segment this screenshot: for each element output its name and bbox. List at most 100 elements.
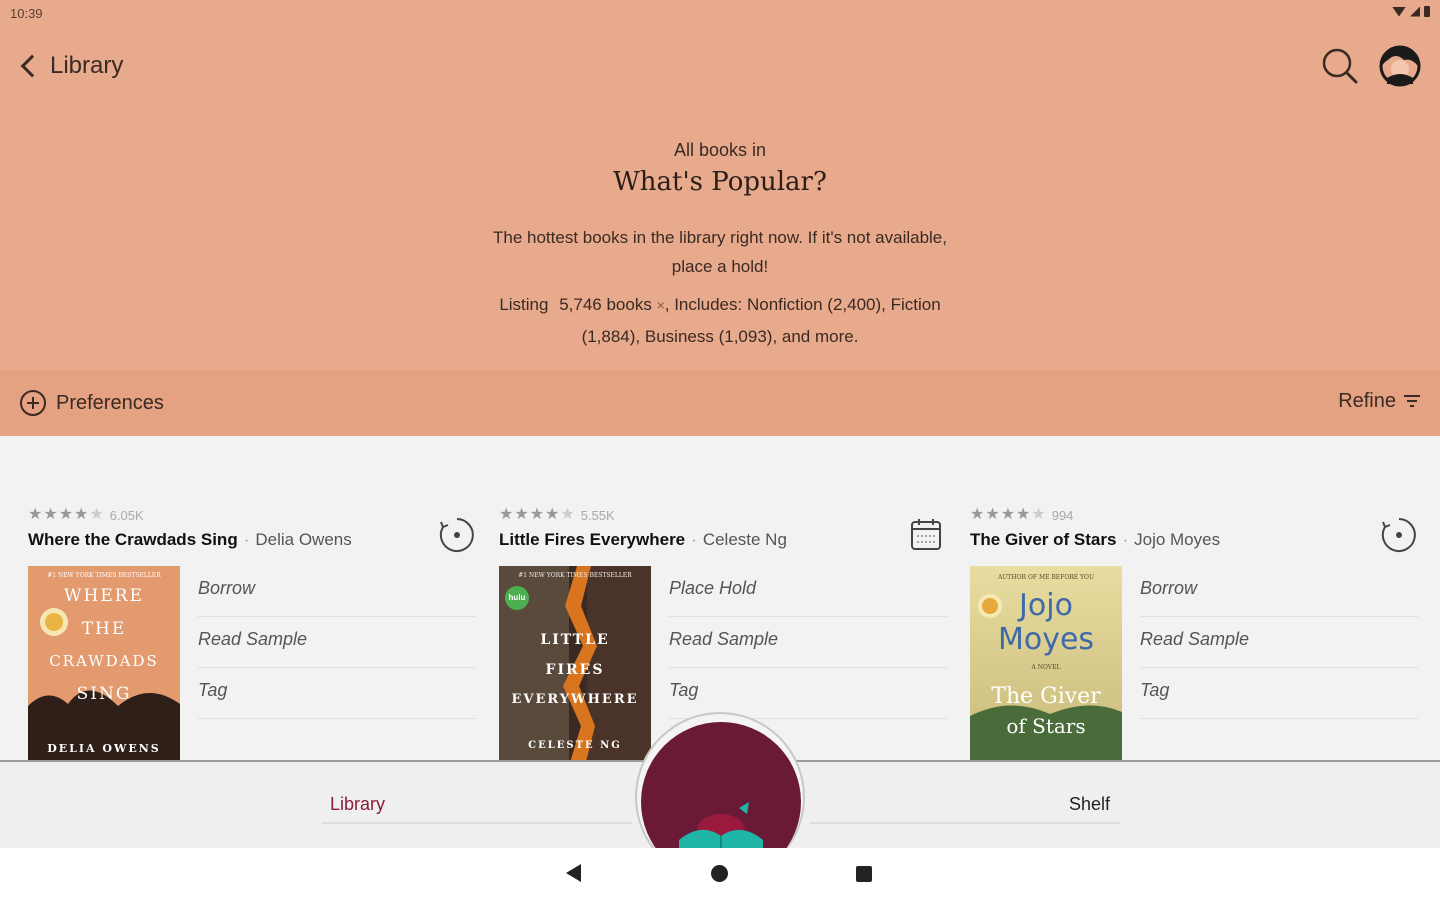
book-cover[interactable]: #1 NEW YORK TIMES BESTSELLER WHERE THE C… [28,566,180,760]
refine-button[interactable]: Refine [1338,390,1420,413]
borrow-action-icon[interactable] [1380,516,1418,554]
cover-title-line: LITTLE [540,632,610,648]
book-heading[interactable]: The Giver of Stars · Jojo Moyes [970,530,1220,550]
back-label: Library [50,52,124,79]
collection-description: The hottest books in the library right n… [493,228,947,276]
cover-tagline: #1 NEW YORK TIMES BESTSELLER [47,572,161,579]
book-title[interactable]: Little Fires Everywhere [499,530,685,549]
cover-tagline: AUTHOR OF ME BEFORE YOU [998,574,1094,581]
cover-title-line: FIRES [545,662,605,678]
wifi-icon [1392,6,1406,17]
book-actions: Borrow Read Sample Tag [198,566,476,719]
borrow-action-icon[interactable] [438,516,476,554]
status-icons [1392,6,1430,17]
calendar-hold-icon [911,519,941,550]
nav-library-label: Library [330,794,386,814]
book-title[interactable]: The Giver of Stars [970,530,1116,549]
rating-count: 994 [1051,507,1074,523]
borrow-button[interactable]: Borrow [198,566,476,617]
star-icon: ★ [1000,506,1016,523]
star-icon: ★ [74,506,89,523]
plus-circle-icon [20,390,46,416]
book-cover[interactable]: AUTHOR OF ME BEFORE YOU Jojo Moyes A NOV… [970,566,1122,760]
cover-author: DELIA OWENS [47,742,161,755]
avatar[interactable] [1378,44,1422,88]
cover-title-line: of Stars [1006,714,1086,738]
separator: · [1122,530,1129,549]
star-icon: ★ [499,506,514,523]
star-rating: ★ ★ ★ ★ ★ 994 [970,506,1073,524]
rating-count: 5.55K [580,507,615,523]
filter-icon [1404,394,1420,409]
system-back-icon[interactable] [566,864,581,882]
tag-button[interactable]: Tag [1140,668,1418,719]
book-title[interactable]: Where the Crawdads Sing [28,530,238,549]
tag-button[interactable]: Tag [198,668,476,719]
chevron-left-icon [20,54,44,78]
book-author[interactable]: Celeste Ng [703,530,787,549]
listing-count: 5,746 books [559,295,652,314]
remove-filter-icon[interactable]: × [657,297,665,313]
cover-author-line: Moyes [997,622,1095,657]
book-actions: Borrow Read Sample Tag [1140,566,1418,719]
cover-title-line: SING [76,684,132,704]
separator: · [243,530,250,549]
filter-bar: Preferences Refine [0,370,1440,436]
borrow-button[interactable]: Borrow [1140,566,1418,617]
book-heading[interactable]: Little Fires Everywhere · Celeste Ng [499,530,787,550]
nav-tab-shelf[interactable]: Shelf [810,794,1120,824]
system-home-icon[interactable] [711,865,728,882]
tag-button[interactable]: Tag [669,668,947,719]
user-avatar-icon [1379,45,1421,87]
star-icon: ★ [1016,506,1031,523]
star-icon: ★ [970,506,985,523]
cover-badge: hulu [508,593,526,602]
nav-shelf-label: Shelf [1068,794,1110,814]
collection-kicker: All books in [673,140,767,160]
listing-summary: Listing 5,746 books ×, Includes: Nonfict… [490,289,950,353]
read-sample-button[interactable]: Read Sample [198,617,476,668]
status-time: 10:39 [10,6,43,21]
book-heading[interactable]: Where the Crawdads Sing · Delia Owens [28,530,352,550]
cover-title-line: CRAWDADS [49,652,159,670]
listing-prefix: Listing [499,295,549,314]
cover-author-line: Jojo [1019,588,1073,623]
back-button[interactable]: Library [16,46,123,86]
search-button[interactable] [1318,44,1362,88]
borrow-plus-icon [439,518,474,552]
battery-icon [1424,6,1430,17]
star-icon: ★ [58,506,74,523]
star-rating: ★ ★ ★ ★ ★ 5.55K [499,506,615,524]
cover-tag: A NOVEL [1031,664,1061,671]
separator: · [691,530,697,549]
star-empty-icon: ★ [1031,506,1046,523]
book-card: ★ ★ ★ ★ ★ 6.05K Where the Crawdads Sing · Deli… [28,500,478,760]
book-actions: Place Hold Read Sample Tag [669,566,947,719]
read-sample-button[interactable]: Read Sample [1140,617,1418,668]
collection-title: What's Popular? [613,167,827,197]
star-icon: ★ [529,506,545,523]
cover-title-line: The Giver [991,684,1101,709]
nav-tab-library[interactable]: Library [322,794,632,824]
cover-title-line: WHERE [64,586,144,606]
read-sample-button[interactable]: Read Sample [669,617,947,668]
star-icon: ★ [43,506,58,523]
book-author[interactable]: Delia Owens [255,530,351,549]
place-hold-button[interactable]: Place Hold [669,566,947,617]
header: 10:39 Library All books in What's Popula… [0,0,1440,370]
signal-icon [1410,6,1420,17]
preferences-button[interactable]: Preferences [20,390,164,416]
cover-tagline: #1 NEW YORK TIMES BESTSELLER [518,572,632,579]
search-icon [1322,48,1358,84]
borrow-plus-icon [1381,518,1416,552]
star-half-icon: ★ [89,506,104,523]
system-recents-icon[interactable] [856,866,872,882]
preferences-label: Preferences [56,391,164,414]
hold-action-icon[interactable] [907,516,945,554]
book-author[interactable]: Jojo Moyes [1134,530,1220,549]
rating-count: 6.05K [109,507,144,523]
star-icon: ★ [28,506,43,523]
book-cover[interactable]: #1 NEW YORK TIMES BESTSELLER hulu LITTLE… [499,566,651,760]
collection-intro: All books in What's Popular? The hottest… [0,140,1440,353]
star-icon: ★ [545,506,560,523]
